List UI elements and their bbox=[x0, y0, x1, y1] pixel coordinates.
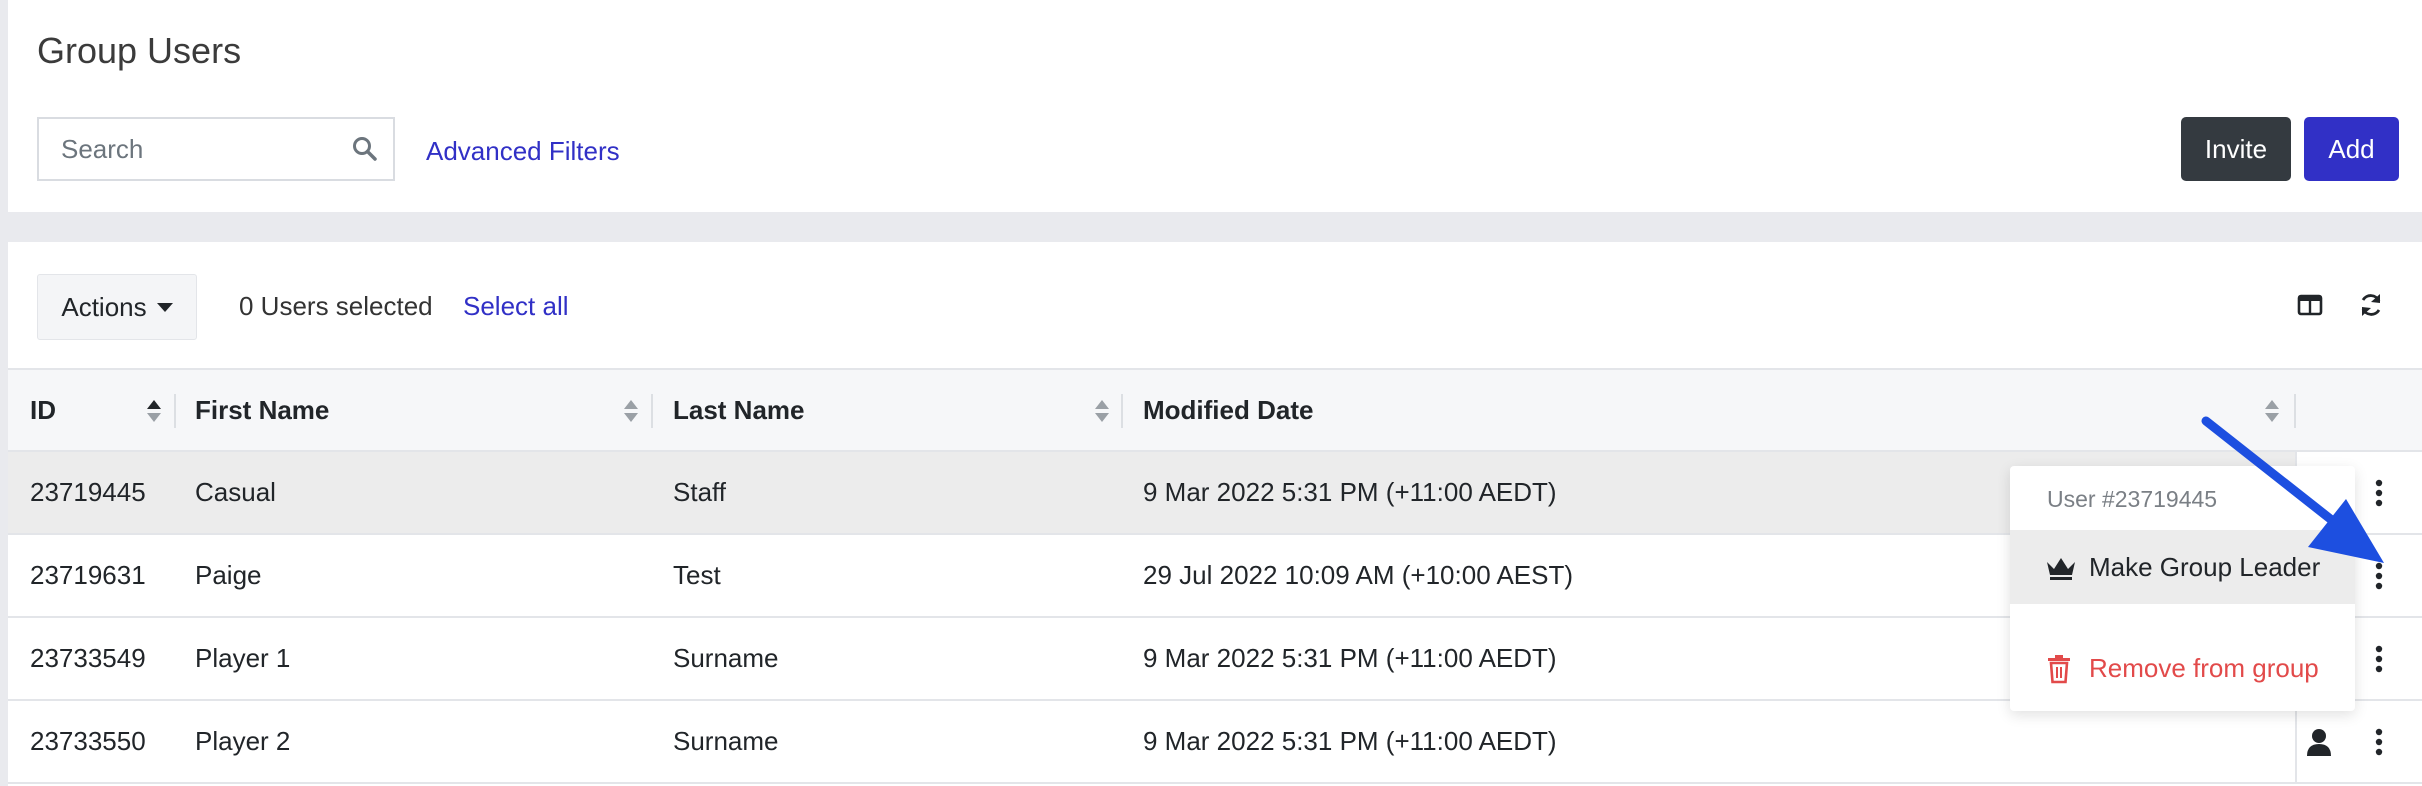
advanced-filters-link[interactable]: Advanced Filters bbox=[426, 136, 620, 167]
actions-dropdown-button[interactable]: Actions bbox=[37, 274, 197, 340]
cell-modified-date: 9 Mar 2022 5:31 PM (+11:00 AEDT) bbox=[1143, 726, 1557, 756]
table-row[interactable]: 23733550 Player 2 Surname 9 Mar 2022 5:3… bbox=[8, 701, 2422, 784]
remove-from-group-item[interactable]: Remove from group bbox=[2010, 638, 2355, 698]
more-vertical-icon[interactable] bbox=[2374, 727, 2384, 757]
user-icon[interactable] bbox=[2305, 727, 2333, 757]
invite-button[interactable]: Invite bbox=[2181, 117, 2291, 181]
more-vertical-icon[interactable] bbox=[2374, 644, 2384, 674]
remove-from-group-label: Remove from group bbox=[2089, 652, 2319, 683]
cell-id: 23719445 bbox=[30, 477, 146, 507]
cell-last-name: Staff bbox=[673, 477, 727, 507]
selected-count: 0 Users selected bbox=[239, 291, 433, 321]
search-box[interactable] bbox=[37, 117, 395, 181]
table-header: ID First Name Last Name Modified Date bbox=[8, 368, 2422, 452]
cell-first-name: Casual bbox=[195, 477, 276, 507]
search-icon[interactable] bbox=[351, 135, 379, 163]
select-all-link[interactable]: Select all bbox=[463, 291, 569, 322]
column-header-last-name[interactable]: Last Name bbox=[673, 370, 805, 450]
add-button[interactable]: Add bbox=[2304, 117, 2399, 181]
cell-first-name: Player 1 bbox=[195, 643, 291, 673]
column-divider bbox=[174, 394, 176, 428]
cell-id: 23719631 bbox=[30, 560, 146, 590]
page-title: Group Users bbox=[37, 30, 242, 71]
sort-icon[interactable] bbox=[622, 396, 640, 426]
cell-id: 23733550 bbox=[30, 726, 146, 756]
cell-id: 23733549 bbox=[30, 643, 146, 673]
columns-icon[interactable] bbox=[2295, 290, 2325, 320]
cell-last-name: Test bbox=[673, 560, 721, 590]
sort-icon[interactable] bbox=[1093, 396, 1111, 426]
column-divider bbox=[651, 394, 653, 428]
cell-first-name: Player 2 bbox=[195, 726, 291, 756]
dropdown-header: User #23719445 bbox=[2047, 486, 2218, 512]
cell-modified-date: 29 Jul 2022 10:09 AM (+10:00 AEST) bbox=[1143, 560, 1574, 590]
search-input[interactable] bbox=[39, 119, 339, 179]
column-header-first-name[interactable]: First Name bbox=[195, 370, 329, 450]
actions-label: Actions bbox=[61, 291, 147, 322]
column-header-modified-date[interactable]: Modified Date bbox=[1143, 370, 1313, 450]
column-divider bbox=[1121, 394, 1123, 428]
cell-modified-date: 9 Mar 2022 5:31 PM (+11:00 AEDT) bbox=[1143, 477, 1557, 507]
page-header: Group Users Advanced Filters Invite Add bbox=[8, 0, 2422, 212]
cell-modified-date: 9 Mar 2022 5:31 PM (+11:00 AEDT) bbox=[1143, 643, 1557, 673]
trash-icon bbox=[2048, 655, 2070, 684]
sort-ascending-icon[interactable] bbox=[145, 396, 163, 426]
column-header-id[interactable]: ID bbox=[30, 370, 56, 450]
crown-icon bbox=[2047, 558, 2075, 580]
cell-first-name: Paige bbox=[195, 560, 262, 590]
annotation-arrow-icon bbox=[2201, 416, 2384, 563]
caret-down-icon bbox=[156, 302, 173, 312]
cell-last-name: Surname bbox=[673, 643, 779, 673]
cell-last-name: Surname bbox=[673, 726, 779, 756]
refresh-icon[interactable] bbox=[2356, 290, 2386, 320]
